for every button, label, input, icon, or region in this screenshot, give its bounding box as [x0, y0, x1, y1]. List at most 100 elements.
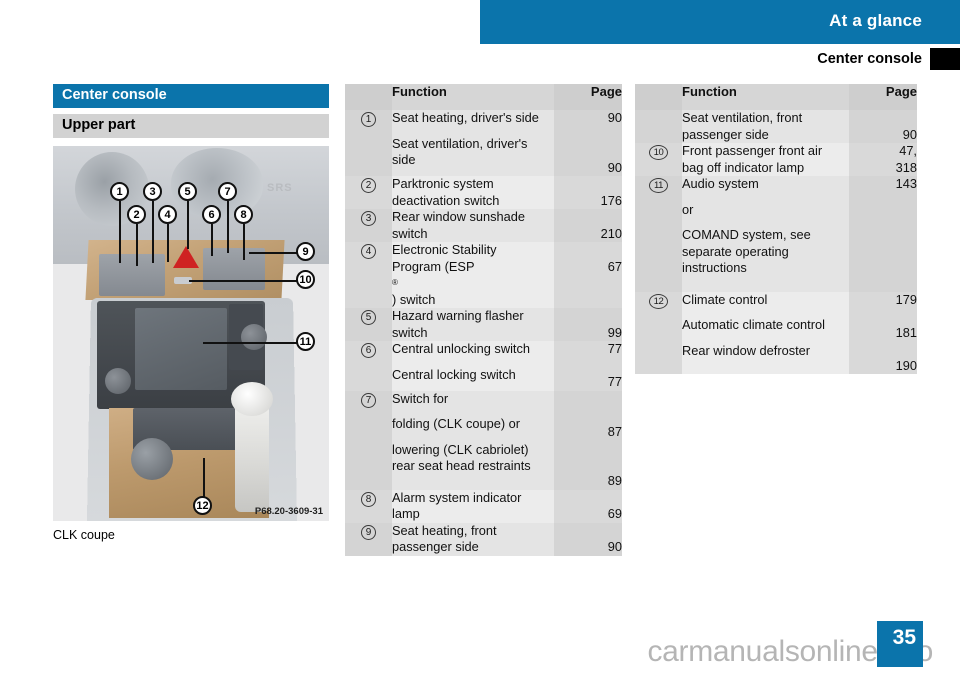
table-row: 2 Parktronic system deactivation switch 17…: [345, 176, 622, 209]
callout-number-icon: 8: [361, 491, 376, 507]
leader-line: [211, 224, 213, 256]
row-function-cell: Central unlocking switch Central locking …: [392, 341, 554, 391]
callout-number-icon: 3: [361, 211, 376, 226]
row-function-cell: Switch for folding (CLK coupe) or lowering…: [392, 390, 554, 490]
table-row: 11 Audio system or COMAND system, see separa…: [635, 176, 917, 292]
table-header-row: Function Page: [635, 84, 917, 110]
row-function-cell: Parktronic system deactivation switch: [392, 176, 554, 209]
row-page-cell: 77 77: [554, 341, 622, 391]
row-number-cell: 12: [635, 291, 682, 374]
callout-9: 9: [296, 242, 315, 261]
callout-3: 3: [143, 182, 162, 201]
table-body-right: Seat ventilation, front passenger side 90…: [635, 110, 917, 374]
section-title: Center console: [817, 51, 922, 67]
climate-control-knob: [131, 438, 173, 480]
row-number-cell: 10: [635, 143, 682, 176]
callout-6: 6: [202, 205, 221, 224]
leader-line: [203, 342, 301, 344]
row-function-cell: Seat heating, driver's side Seat ventilat…: [392, 110, 554, 176]
leader-line: [119, 201, 121, 263]
row-function-cell: Hazard warning flasher switch: [392, 308, 554, 341]
row-number-cell: 6: [345, 341, 392, 391]
leader-line: [187, 201, 189, 249]
header-function: Function: [682, 84, 849, 110]
header-page: Page: [849, 84, 917, 110]
row-function-cell: Seat ventilation, front passenger side: [682, 110, 849, 143]
callout-number-icon: 6: [361, 343, 376, 358]
center-console-photo: SRS 1 2 3 4 5 6 7 8 9 10 11 12 P68.20-36…: [53, 146, 329, 521]
image-reference-code: P68.20-3609-31: [254, 506, 323, 517]
table-header-row: Function Page: [345, 84, 622, 110]
switch-block-left: [99, 254, 165, 296]
table-row: 8 Alarm system indicator lamp 69: [345, 489, 622, 523]
leader-line: [136, 224, 138, 266]
row-number-cell: [635, 110, 682, 143]
hazard-warning-triangle-icon: [173, 246, 199, 268]
leader-line: [243, 224, 245, 260]
leader-line: [227, 201, 229, 253]
leader-line: [189, 280, 301, 282]
callout-8: 8: [234, 205, 253, 224]
callout-number-icon: 5: [361, 310, 376, 325]
table-row: Seat ventilation, front passenger side 90: [635, 110, 917, 143]
row-page-cell: 67: [554, 242, 622, 308]
callout-5: 5: [178, 182, 197, 201]
row-function-cell: Front passenger front air bag off indicat…: [682, 143, 849, 176]
row-number-cell: 11: [635, 176, 682, 292]
audio-knob-left: [105, 368, 131, 394]
table-row: 10 Front passenger front air bag off indic…: [635, 143, 917, 176]
callout-7: 7: [218, 182, 237, 201]
row-function-cell: Climate control Automatic climate control…: [682, 291, 849, 374]
table-body-middle: 1 Seat heating, driver's side Seat ventila…: [345, 110, 622, 556]
callout-4: 4: [158, 205, 177, 224]
callout-number-icon: 12: [649, 293, 668, 309]
row-function-cell: Electronic Stability Program (ESP ®) switc…: [392, 242, 554, 308]
leader-line: [152, 201, 154, 263]
callout-number-icon: 9: [361, 524, 376, 540]
row-page-cell: 90 90: [554, 110, 622, 176]
row-page-cell: 179 181 190: [849, 291, 917, 374]
photo-caption: CLK coupe: [53, 528, 115, 542]
row-number-cell: 5: [345, 308, 392, 341]
callout-number-icon: 7: [361, 392, 376, 408]
table-row: 1 Seat heating, driver's side Seat ventila…: [345, 110, 622, 176]
function-table-right: Function Page Seat ventilation, front pas…: [635, 84, 917, 374]
row-page-cell: 176: [554, 176, 622, 209]
callout-number-icon: 1: [361, 112, 376, 127]
table-row: 5 Hazard warning flasher switch 99: [345, 308, 622, 341]
section-tab-marker: [930, 48, 960, 70]
row-page-cell: 99: [554, 308, 622, 341]
row-number-cell: 2: [345, 176, 392, 209]
upper-part-subheading: Upper part: [53, 114, 329, 138]
table-row: 12 Climate control Automatic climate contr…: [635, 291, 917, 374]
left-column: Center console Upper part SRS 1 2 3 4 5 …: [53, 84, 329, 542]
row-page-cell: 47, 318: [849, 143, 917, 176]
function-table-middle: Function Page 1 Seat heating, driver's si…: [345, 84, 622, 556]
callout-number-icon: 10: [649, 145, 668, 160]
gear-shifter-knob: [231, 382, 273, 416]
row-page-cell: 69: [554, 489, 622, 523]
header-num: [345, 84, 392, 110]
display-screen: [135, 308, 227, 390]
callout-11: 11: [296, 332, 315, 351]
callout-number-icon: 4: [361, 244, 376, 259]
row-page-cell: 90: [849, 110, 917, 143]
row-page-cell: 143: [849, 176, 917, 292]
table-row: 7 Switch for folding (CLK coupe) or lowerin…: [345, 390, 622, 490]
page-number: 35: [892, 626, 916, 649]
row-page-cell: 90: [554, 522, 622, 556]
callout-12: 12: [193, 496, 212, 515]
header-function: Function: [392, 84, 554, 110]
row-number-cell: 4: [345, 242, 392, 308]
row-function-cell: Seat heating, front passenger side: [392, 522, 554, 556]
row-function-cell: Alarm system indicator lamp: [392, 489, 554, 523]
table-row: 9 Seat heating, front passenger side 90: [345, 522, 622, 556]
callout-2: 2: [127, 205, 146, 224]
leader-line: [203, 458, 205, 500]
row-function-cell: Rear window sunshade switch: [392, 209, 554, 242]
table-row: 4 Electronic Stability Program (ESP ®) swit…: [345, 242, 622, 308]
callout-number-icon: 2: [361, 178, 376, 193]
srs-label: SRS: [267, 182, 293, 194]
header-num: [635, 84, 682, 110]
row-number-cell: 8: [345, 489, 392, 523]
